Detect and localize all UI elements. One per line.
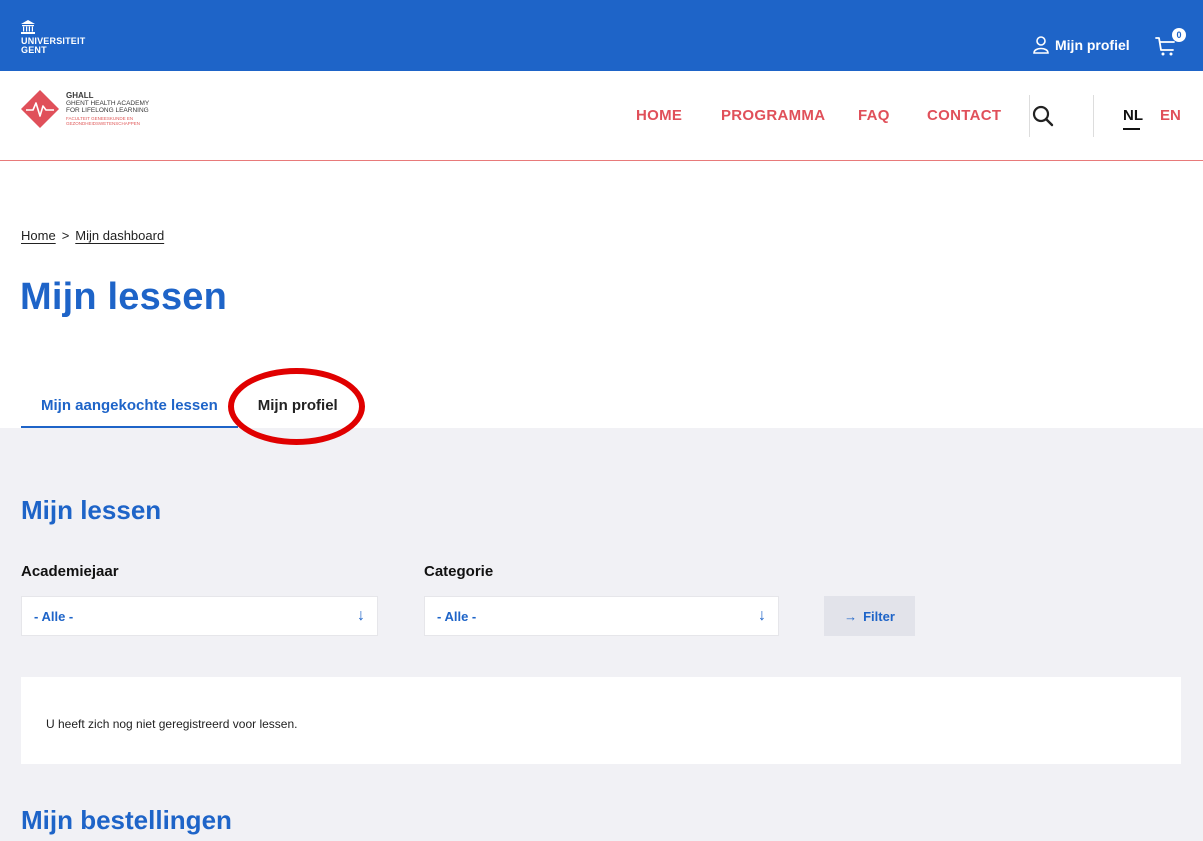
cart-count-badge: 0 xyxy=(1172,28,1186,42)
academic-year-select[interactable]: - Alle - ↓ xyxy=(21,596,378,636)
main-header: GHALL GHENT HEALTH ACADEMY FOR LIFELONG … xyxy=(0,71,1203,161)
filter-button-label: Filter xyxy=(863,608,895,624)
user-icon xyxy=(1033,36,1049,54)
brand-subtitle-2: FOR LIFELONG LEARNING xyxy=(66,107,149,114)
ghall-diamond-icon xyxy=(21,90,59,128)
dashboard-tabs: Mijn aangekochte lessen Mijn profiel xyxy=(21,385,358,428)
arrow-right-icon: → xyxy=(844,608,858,624)
category-value: - Alle - xyxy=(437,608,477,624)
ugent-logo[interactable]: UNIVERSITEIT GENT xyxy=(21,20,85,55)
brand-faculty-2: GEZONDHEIDSWETENSCHAPPEN xyxy=(66,121,141,126)
academic-year-label: Academiejaar xyxy=(21,563,119,580)
search-icon xyxy=(1032,105,1054,127)
nav-divider xyxy=(1029,95,1030,137)
lang-nl-link[interactable]: NL xyxy=(1123,107,1143,124)
breadcrumb-home[interactable]: Home xyxy=(21,228,56,243)
logo-text-line2: GENT xyxy=(21,45,47,55)
filter-button[interactable]: → Filter xyxy=(824,596,915,636)
lang-en-link[interactable]: EN xyxy=(1160,107,1181,124)
cart-button[interactable]: 0 xyxy=(1155,28,1189,56)
brand-name: GHALL xyxy=(66,91,94,100)
tab-profile[interactable]: Mijn profiel xyxy=(238,385,358,428)
top-bar: UNIVERSITEIT GENT Mijn profiel 0 xyxy=(0,0,1203,71)
arrow-down-icon: ↓ xyxy=(357,607,365,624)
lessons-section-title: Mijn lessen xyxy=(21,495,162,525)
page-title: Mijn lessen xyxy=(20,276,228,318)
brand-subtitle-1: GHENT HEALTH ACADEMY xyxy=(66,100,150,107)
ghall-logo[interactable]: GHALL GHENT HEALTH ACADEMY FOR LIFELONG … xyxy=(20,89,149,129)
active-lang-underline xyxy=(1123,128,1140,130)
breadcrumb: Home > Mijn dashboard xyxy=(21,228,164,243)
academic-year-value: - Alle - xyxy=(34,608,74,624)
nav-faq[interactable]: FAQ xyxy=(858,107,890,124)
empty-lessons-message: U heeft zich nog niet geregistreerd voor… xyxy=(21,677,1181,764)
nav-divider xyxy=(1093,95,1094,137)
orders-section-title: Mijn bestellingen xyxy=(21,805,232,835)
profile-link-label: Mijn profiel xyxy=(1055,37,1130,53)
breadcrumb-separator: > xyxy=(61,228,70,243)
profile-link[interactable]: Mijn profiel xyxy=(1033,36,1130,54)
nav-home[interactable]: HOME xyxy=(636,107,682,124)
tab-purchased-lessons[interactable]: Mijn aangekochte lessen xyxy=(21,385,238,428)
university-building-icon xyxy=(21,20,35,34)
arrow-down-icon: ↓ xyxy=(758,607,766,624)
breadcrumb-current[interactable]: Mijn dashboard xyxy=(75,228,164,243)
search-button[interactable] xyxy=(1032,105,1054,127)
nav-contact[interactable]: CONTACT xyxy=(927,107,1001,124)
category-select[interactable]: - Alle - ↓ xyxy=(424,596,779,636)
nav-programma[interactable]: PROGRAMMA xyxy=(721,107,825,124)
empty-lessons-text: U heeft zich nog niet geregistreerd voor… xyxy=(46,717,298,731)
category-label: Categorie xyxy=(424,563,494,580)
